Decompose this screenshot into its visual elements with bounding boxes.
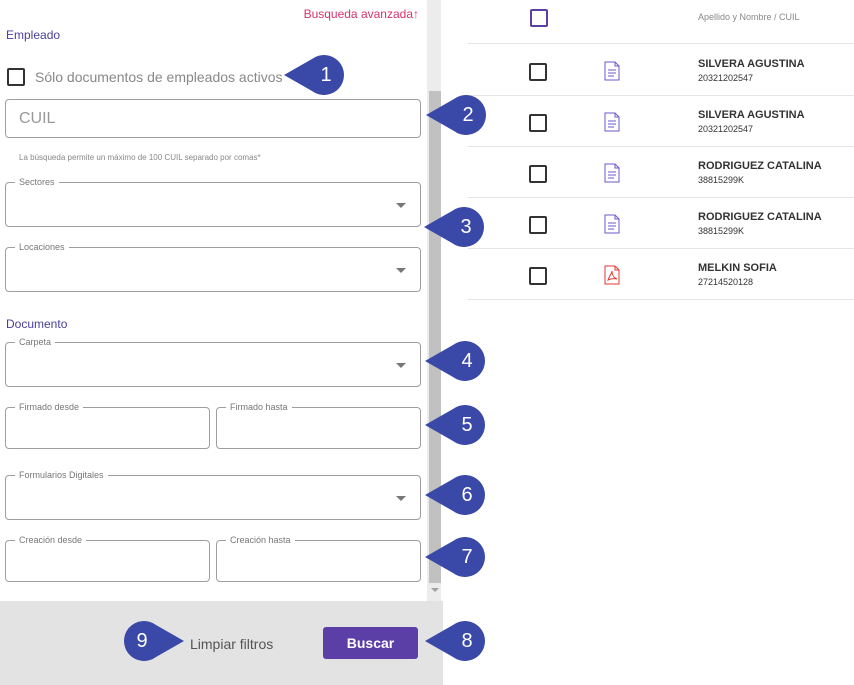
select-all-checkbox[interactable] <box>530 9 548 27</box>
callout-9: 9 <box>122 621 184 661</box>
row-checkbox[interactable] <box>529 216 547 234</box>
creacion-desde-input[interactable]: Creación desde <box>5 534 210 582</box>
row-checkbox[interactable] <box>529 165 547 183</box>
callout-3: 3 <box>424 207 486 247</box>
name-cuil-column-header: Apellido y Nombre / CUIL <box>698 12 800 22</box>
locaciones-label: Locaciones <box>15 241 69 253</box>
callout-number: 9 <box>136 630 148 652</box>
employee-name: SILVERA AGUSTINA <box>698 58 805 70</box>
employee-name: SILVERA AGUSTINA <box>698 109 805 121</box>
results-table: Apellido y Nombre / CUIL SILVERA AGUSTIN… <box>468 0 854 301</box>
table-row[interactable]: MELKIN SOFIA 27214520128 <box>468 249 854 300</box>
cuil-input[interactable]: CUIL <box>5 99 421 138</box>
callout-2: 2 <box>426 95 488 135</box>
arrow-up-icon: ↑ <box>413 7 419 21</box>
scroll-down-icon[interactable] <box>431 588 439 592</box>
locaciones-select[interactable]: Locaciones <box>5 241 421 292</box>
callout-1: 1 <box>284 55 346 95</box>
table-row[interactable]: RODRIGUEZ CATALINA 38815299K <box>468 147 854 198</box>
row-checkbox[interactable] <box>529 114 547 132</box>
callout-5: 5 <box>425 405 487 445</box>
filter-actions-bar: Limpiar filtros Buscar <box>0 601 443 685</box>
table-row[interactable]: SILVERA AGUSTINA 20321202547 <box>468 96 854 147</box>
table-header: Apellido y Nombre / CUIL <box>468 0 854 44</box>
employee-cuil: 20321202547 <box>698 124 754 134</box>
active-only-option[interactable]: Sólo documentos de empleados activos <box>7 68 282 86</box>
table-row[interactable]: RODRIGUEZ CATALINA 38815299K <box>468 198 854 249</box>
employee-cuil: 38815299K <box>698 175 745 185</box>
employee-name: RODRIGUEZ CATALINA <box>698 160 822 172</box>
search-button[interactable]: Buscar <box>323 627 418 659</box>
carpeta-label: Carpeta <box>15 336 56 348</box>
callout-number: 8 <box>461 630 473 652</box>
document-icon[interactable] <box>604 61 620 81</box>
row-checkbox[interactable] <box>529 63 547 81</box>
clear-filters-button[interactable]: Limpiar filtros <box>190 636 273 652</box>
callout-number: 3 <box>460 216 472 238</box>
callout-7: 7 <box>425 537 487 577</box>
dropdown-arrow-icon <box>396 267 406 273</box>
cuil-hint: La búsqueda permite un máximo de 100 CUI… <box>19 153 261 162</box>
employee-cuil: 20321202547 <box>698 73 754 83</box>
table-row[interactable]: SILVERA AGUSTINA 20321202547 <box>468 45 854 96</box>
callout-8: 8 <box>425 621 487 661</box>
employee-cuil: 38815299K <box>698 226 745 236</box>
firmado-hasta-input[interactable]: Firmado hasta <box>216 401 421 449</box>
firmado-hasta-label: Firmado hasta <box>226 401 292 413</box>
callout-number: 7 <box>461 546 473 568</box>
creacion-hasta-label: Creación hasta <box>226 534 295 546</box>
callout-6: 6 <box>425 475 487 515</box>
callout-number: 5 <box>461 414 473 436</box>
row-checkbox[interactable] <box>529 267 547 285</box>
sectores-label: Sectores <box>15 176 59 188</box>
pdf-icon[interactable] <box>604 265 620 285</box>
dropdown-arrow-icon <box>396 362 406 368</box>
dropdown-arrow-icon <box>396 495 406 501</box>
callout-number: 2 <box>462 104 474 126</box>
carpeta-select[interactable]: Carpeta <box>5 336 421 387</box>
advanced-search-link[interactable]: Busqueda avanzada↑ <box>304 7 419 21</box>
employee-cuil: 27214520128 <box>698 277 754 287</box>
employee-name: RODRIGUEZ CATALINA <box>698 211 822 223</box>
firmado-desde-label: Firmado desde <box>15 401 84 413</box>
document-icon[interactable] <box>604 163 620 183</box>
cuil-placeholder: CUIL <box>19 110 56 127</box>
document-icon[interactable] <box>604 214 620 234</box>
document-icon[interactable] <box>604 112 620 132</box>
creacion-hasta-input[interactable]: Creación hasta <box>216 534 421 582</box>
creacion-desde-label: Creación desde <box>15 534 87 546</box>
employee-section-title: Empleado <box>6 28 61 42</box>
callout-number: 4 <box>461 350 473 372</box>
formularios-label: Formularios Digitales <box>15 469 108 481</box>
dropdown-arrow-icon <box>396 202 406 208</box>
callout-4: 4 <box>425 341 487 381</box>
sectores-select[interactable]: Sectores <box>5 176 421 227</box>
advanced-search-label: Busqueda avanzada <box>303 7 413 21</box>
active-only-checkbox[interactable] <box>7 68 25 86</box>
employee-name: MELKIN SOFIA <box>698 262 777 274</box>
active-only-label: Sólo documentos de empleados activos <box>35 69 283 85</box>
filter-panel: Busqueda avanzada↑ Empleado Sólo documen… <box>0 0 427 601</box>
formularios-select[interactable]: Formularios Digitales <box>5 469 421 520</box>
firmado-desde-input[interactable]: Firmado desde <box>5 401 210 449</box>
callout-number: 6 <box>461 484 473 506</box>
callout-number: 1 <box>320 64 332 86</box>
document-section-title: Documento <box>6 317 68 331</box>
